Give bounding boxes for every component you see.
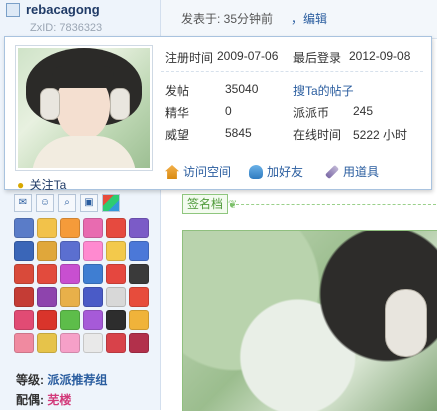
medal[interactable]: [37, 264, 57, 284]
medal[interactable]: [14, 333, 34, 353]
user-partner: 配偶: 芜楼: [16, 393, 72, 407]
zxid: ZxID: 7836323: [30, 22, 103, 34]
reg-label: 注册时间: [165, 51, 214, 65]
medal[interactable]: [60, 218, 80, 238]
medal[interactable]: [129, 310, 149, 330]
visit-space-button[interactable]: 访问空间: [165, 163, 231, 180]
follow-label: 关注Ta: [29, 178, 67, 192]
medal-icon[interactable]: [102, 194, 120, 212]
album-icon[interactable]: ▣: [80, 194, 98, 212]
user-level-link[interactable]: 派派推荐组: [47, 373, 107, 387]
stat-label-essence: 精华: [165, 106, 190, 120]
medal[interactable]: [129, 241, 149, 261]
medal[interactable]: [37, 241, 57, 261]
stat-label-coins: 派派币: [293, 106, 330, 120]
medal[interactable]: [37, 310, 57, 330]
avatar-image: [18, 48, 150, 168]
profile-popup: ● 关注Ta 注册时间 2009-07-06 最后登录 2012-09-08 发…: [4, 36, 432, 193]
stat-value-prestige: 5845: [225, 126, 252, 140]
follow-button[interactable]: ● 关注Ta: [17, 176, 66, 193]
medal[interactable]: [129, 218, 149, 238]
signature-divider: [236, 204, 436, 205]
medal[interactable]: [37, 287, 57, 307]
stat-value-online: 5222 小时: [353, 128, 408, 142]
stat-label-prestige: 威望: [165, 128, 190, 142]
medal[interactable]: [129, 333, 149, 353]
profile-icon[interactable]: ☺: [36, 194, 54, 212]
medal[interactable]: [83, 218, 103, 238]
medal[interactable]: [83, 333, 103, 353]
last-login-label: 最后登录: [293, 51, 342, 65]
lightbulb-icon: ●: [17, 178, 25, 192]
medal[interactable]: [14, 218, 34, 238]
medal[interactable]: [83, 264, 103, 284]
medal[interactable]: [60, 264, 80, 284]
avatar[interactable]: [15, 45, 153, 171]
medal[interactable]: [83, 241, 103, 261]
medal[interactable]: [60, 310, 80, 330]
signature-image: [182, 230, 437, 411]
medal[interactable]: [14, 241, 34, 261]
stat-label-posts: 发帖: [165, 84, 190, 98]
user-bar: rebacagong ZxID: 7836323: [0, 0, 160, 38]
user-level: 等级: 派派推荐组: [16, 373, 108, 387]
medal[interactable]: [83, 310, 103, 330]
search-posts-link[interactable]: 搜Ta的帖子: [293, 82, 354, 99]
medal[interactable]: [37, 218, 57, 238]
divider: [161, 71, 423, 72]
profile-actions: 访问空间 加好友 用道具: [165, 159, 425, 181]
search-icon[interactable]: ⌕: [58, 194, 76, 212]
use-tool-button[interactable]: 用道具: [324, 163, 379, 180]
medal[interactable]: [106, 241, 126, 261]
user-toolbar: ✉ ☺ ⌕ ▣: [14, 192, 124, 214]
medal-grid: [14, 218, 154, 363]
tool-icon: [324, 164, 340, 180]
partner-link[interactable]: 芜楼: [47, 393, 71, 407]
medal[interactable]: [37, 333, 57, 353]
posted-at: 发表于: 35分钟前: [181, 12, 274, 26]
medal[interactable]: [129, 264, 149, 284]
medal[interactable]: [60, 333, 80, 353]
medal[interactable]: [106, 264, 126, 284]
add-friend-button[interactable]: 加好友: [249, 163, 303, 180]
medal[interactable]: [60, 287, 80, 307]
medal[interactable]: [14, 287, 34, 307]
username[interactable]: rebacagong: [26, 2, 100, 17]
signature-tab: 签名档: [182, 194, 228, 214]
medal[interactable]: [60, 241, 80, 261]
medal[interactable]: [14, 264, 34, 284]
medal[interactable]: [106, 218, 126, 238]
medal[interactable]: [106, 333, 126, 353]
post-header: 发表于: 35分钟前 ，编辑: [161, 0, 437, 39]
medal[interactable]: [106, 287, 126, 307]
medal[interactable]: [83, 287, 103, 307]
add-friend-icon: [249, 165, 263, 179]
stat-value-coins: 245: [353, 104, 374, 118]
reg-date: 2009-07-06: [217, 49, 279, 63]
medal[interactable]: [106, 310, 126, 330]
user-icon: [6, 3, 20, 17]
edit-link[interactable]: ，编辑: [291, 10, 327, 27]
message-icon[interactable]: ✉: [14, 194, 32, 212]
last-login-date: 2012-09-08: [349, 49, 411, 63]
reg-row: 注册时间 2009-07-06 最后登录 2012-09-08: [165, 49, 410, 66]
home-icon: [165, 165, 179, 179]
stat-value-essence: 0: [225, 104, 232, 118]
stat-value-posts: 35040: [225, 82, 259, 96]
medal[interactable]: [129, 287, 149, 307]
medal[interactable]: [14, 310, 34, 330]
stat-label-online: 在线时间: [293, 128, 342, 142]
